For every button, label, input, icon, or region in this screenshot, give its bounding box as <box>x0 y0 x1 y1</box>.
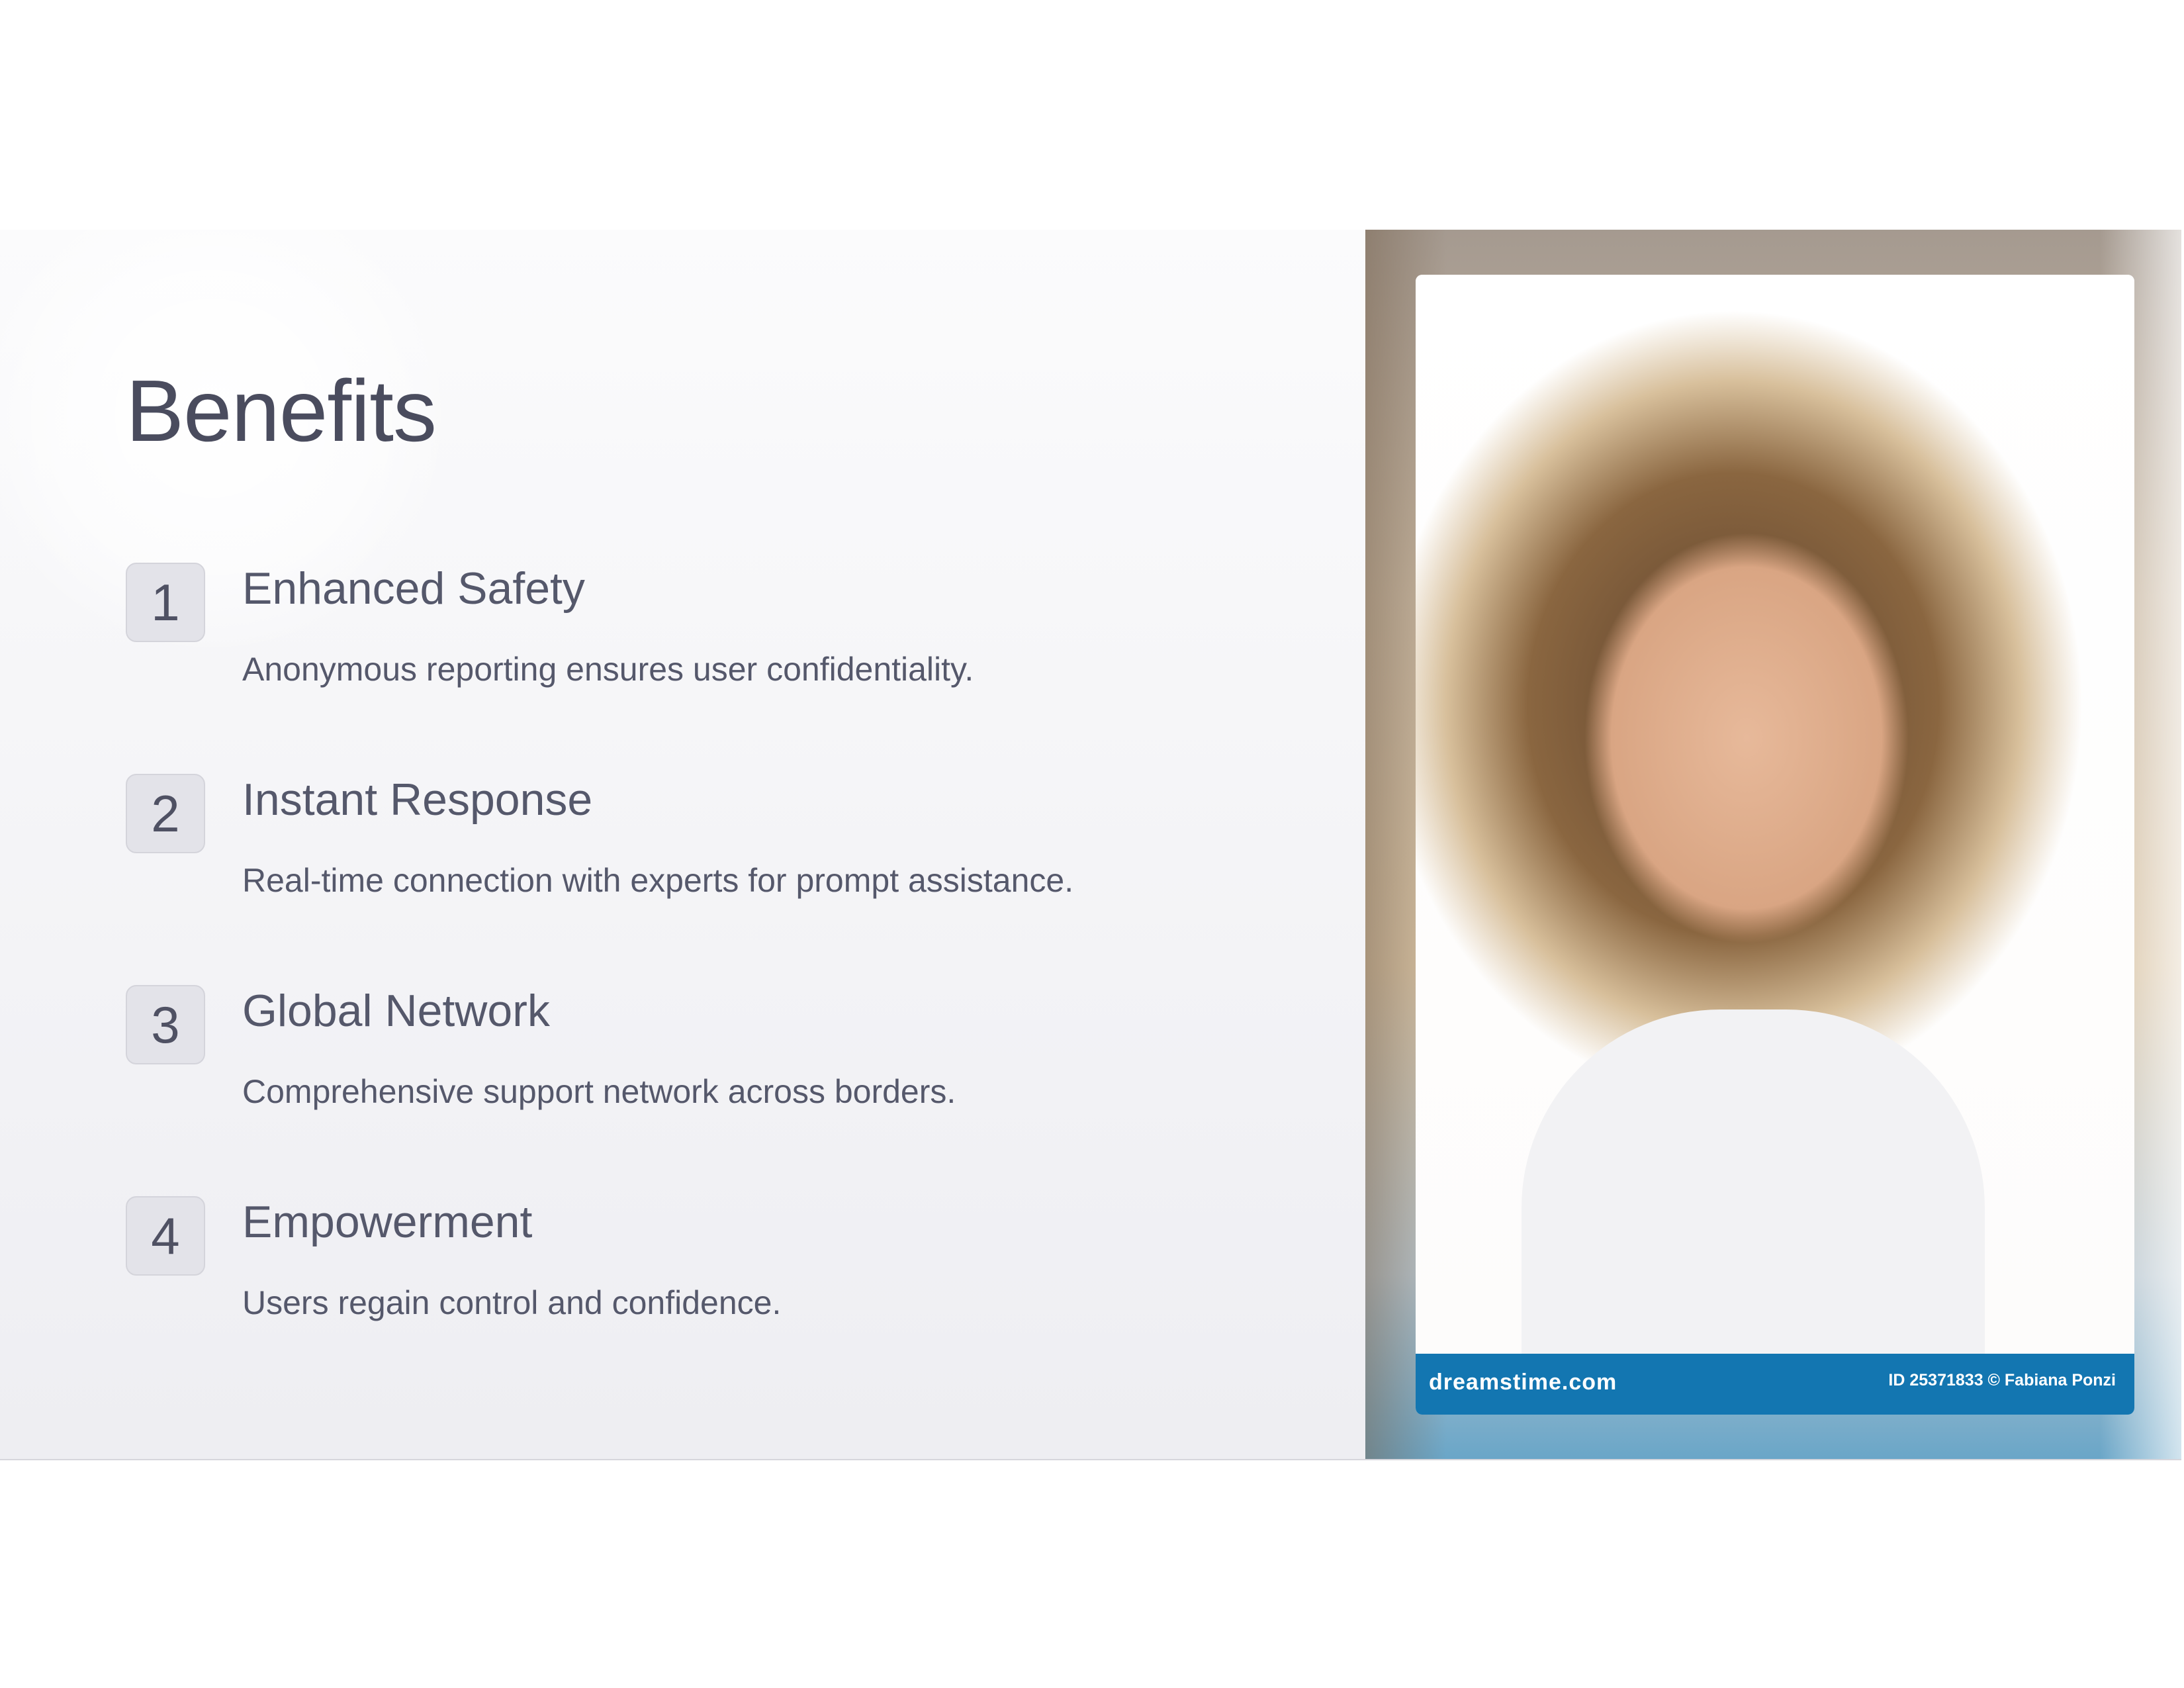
benefit-item: 1 Enhanced Safety Anonymous reporting en… <box>126 563 1251 735</box>
slide-title: Benefits <box>126 362 437 459</box>
photo-credit: ID 25371833 © Fabiana Ponzi <box>1888 1371 2116 1389</box>
number-badge: 4 <box>126 1196 205 1276</box>
stock-photo-woman-on-phone: dreamstime.com ID 25371833 © Fabiana Pon… <box>1416 275 2134 1415</box>
benefit-heading: Instant Response <box>242 774 593 825</box>
benefit-description: Comprehensive support network across bor… <box>242 1073 956 1110</box>
benefit-item: 4 Empowerment Users regain control and c… <box>126 1196 1251 1368</box>
benefit-description: Anonymous reporting ensures user confide… <box>242 651 974 688</box>
benefit-heading: Global Network <box>242 986 550 1036</box>
benefit-item: 2 Instant Response Real-time connection … <box>126 774 1251 946</box>
number-badge: 3 <box>126 985 205 1064</box>
watermark-logo: dreamstime.com <box>1429 1370 1617 1395</box>
number-badge: 2 <box>126 774 205 853</box>
benefit-heading: Empowerment <box>242 1197 533 1247</box>
photo-panel: dreamstime.com ID 25371833 © Fabiana Pon… <box>1365 230 2181 1459</box>
slide: Benefits 1 Enhanced Safety Anonymous rep… <box>0 230 2181 1460</box>
benefit-item: 3 Global Network Comprehensive support n… <box>126 985 1251 1157</box>
photo-shirt <box>1522 1009 1985 1354</box>
benefit-description: Real-time connection with experts for pr… <box>242 862 1074 899</box>
photo-image <box>1416 275 2134 1354</box>
benefit-description: Users regain control and confidence. <box>242 1284 782 1321</box>
benefit-heading: Enhanced Safety <box>242 563 585 614</box>
number-badge: 1 <box>126 563 205 642</box>
watermark-bar: dreamstime.com ID 25371833 © Fabiana Pon… <box>1416 1354 2134 1415</box>
